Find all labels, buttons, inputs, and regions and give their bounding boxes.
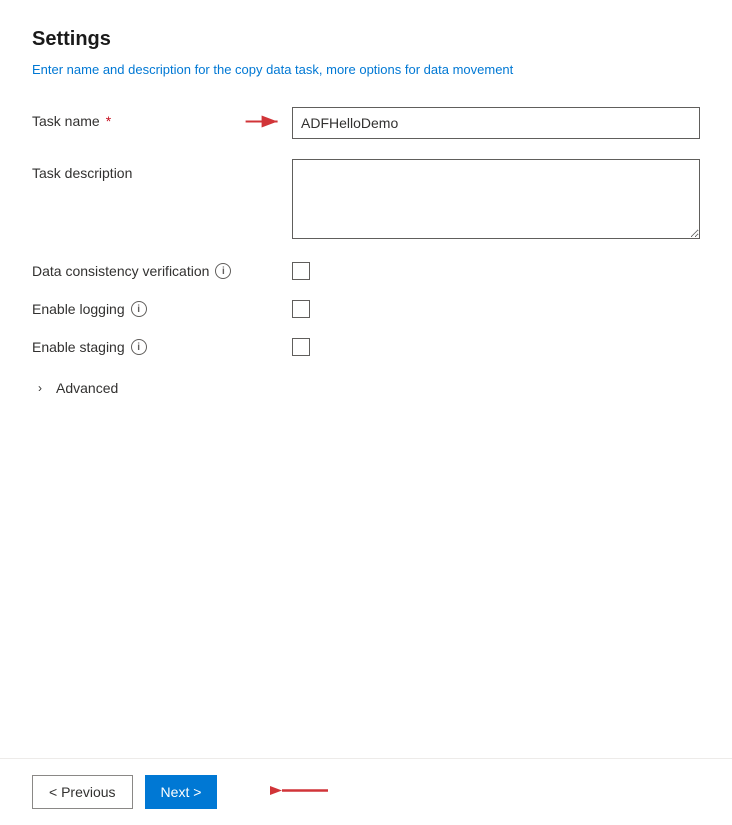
enable-staging-row: Enable staging i — [32, 338, 700, 356]
data-consistency-checkbox-wrapper — [292, 262, 310, 280]
enable-logging-checkbox-wrapper — [292, 300, 310, 318]
footer: < Previous Next > — [0, 759, 732, 825]
previous-button[interactable]: < Previous — [32, 775, 133, 809]
page-subtitle: Enter name and description for the copy … — [32, 61, 700, 79]
enable-staging-checkbox-wrapper — [292, 338, 310, 356]
page-title: Settings — [32, 28, 700, 51]
enable-staging-info-icon[interactable]: i — [131, 339, 147, 355]
task-name-wrapper — [292, 107, 700, 139]
advanced-section[interactable]: › Advanced — [32, 376, 700, 400]
advanced-label: Advanced — [56, 380, 118, 396]
data-consistency-row: Data consistency verification i — [32, 262, 700, 280]
task-name-input[interactable] — [292, 107, 700, 139]
next-button[interactable]: Next > — [145, 775, 218, 809]
enable-staging-label: Enable staging i — [32, 339, 292, 355]
data-consistency-info-icon[interactable]: i — [215, 263, 231, 279]
task-name-row: Task name * — [32, 107, 700, 139]
task-description-row: Task description — [32, 159, 700, 242]
enable-logging-row: Enable logging i — [32, 300, 700, 318]
advanced-chevron-icon: › — [32, 380, 48, 396]
enable-staging-checkbox[interactable] — [292, 338, 310, 356]
task-description-label: Task description — [32, 159, 292, 181]
enable-logging-info-icon[interactable]: i — [131, 301, 147, 317]
task-description-wrapper — [292, 159, 700, 242]
task-description-textarea[interactable] — [292, 159, 700, 239]
required-indicator: * — [106, 113, 111, 129]
data-consistency-label: Data consistency verification i — [32, 263, 292, 279]
enable-logging-checkbox[interactable] — [292, 300, 310, 318]
enable-logging-label: Enable logging i — [32, 301, 292, 317]
data-consistency-checkbox[interactable] — [292, 262, 310, 280]
arrow-indicator — [244, 112, 284, 135]
next-arrow-indicator — [270, 780, 330, 805]
